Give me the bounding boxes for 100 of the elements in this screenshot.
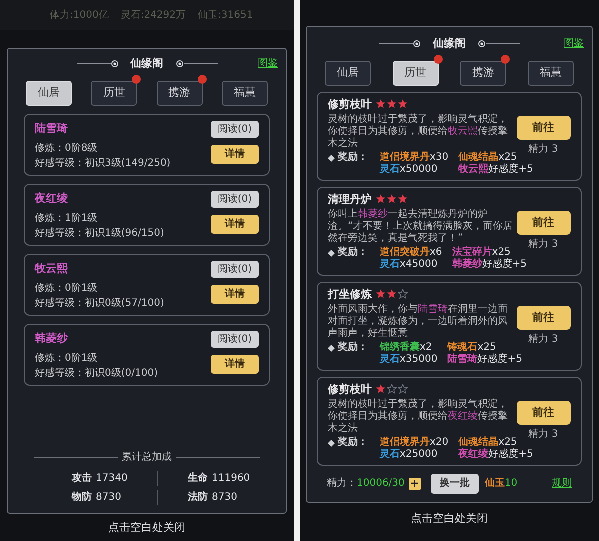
- diamond-icon: [328, 440, 335, 447]
- go-button[interactable]: 前往: [516, 306, 570, 330]
- stat-label: 攻击: [72, 472, 92, 486]
- tab[interactable]: 仙居: [26, 80, 72, 106]
- character-name: 牧云熙: [35, 260, 69, 277]
- tab[interactable]: 携游: [156, 80, 203, 106]
- reward-item: 灵石x25000: [380, 448, 439, 461]
- favor-level: 好感等级：初识0级(57/100): [35, 296, 164, 311]
- star-icon: [376, 99, 386, 110]
- reward-label: 奖励：: [338, 152, 368, 164]
- read-button[interactable]: 阅读(0): [211, 190, 259, 208]
- reward-item: 牧云熙好感度+5: [458, 164, 534, 176]
- stat-value: 8730: [96, 491, 122, 505]
- stat-value: 17340: [96, 472, 128, 486]
- star-icon: [387, 194, 397, 204]
- empty-star-icon: [398, 384, 408, 394]
- totals-title: 累计总加成: [122, 450, 172, 465]
- read-button[interactable]: 阅读(0): [211, 330, 259, 348]
- stat-label: 法防: [188, 490, 208, 505]
- tab[interactable]: 携游: [460, 60, 506, 86]
- star-icon: [376, 384, 386, 394]
- details-button[interactable]: 详情: [211, 144, 259, 164]
- energy-cost: 精力 3: [528, 428, 558, 442]
- task-description: 你叫上韩菱纱一起去清理炼丹炉的炉渣。“才不要！上次就搞得满脸灰，而你居然在旁边笑，真是气死我了！”: [328, 208, 514, 245]
- reward-label: 奖励：: [338, 436, 368, 449]
- task-title: 打坐修炼: [328, 286, 372, 302]
- close-hint[interactable]: 点击空白处关闭: [108, 520, 186, 536]
- reward-item: 陆雪琦好感度+5: [448, 354, 522, 366]
- energy-cost: 精力 3: [528, 238, 558, 252]
- star-icon: [398, 99, 408, 110]
- resource-stat: 体力:1000亿: [50, 8, 109, 22]
- atlas-link[interactable]: 图鉴: [564, 36, 584, 51]
- tab[interactable]: 历世: [91, 80, 138, 106]
- add-energy-button[interactable]: +: [408, 478, 421, 490]
- currency-value: 10: [504, 477, 518, 492]
- go-button[interactable]: 前往: [516, 210, 570, 235]
- tab[interactable]: 福慧: [528, 60, 574, 86]
- character-name: 陆雪琦: [35, 120, 69, 137]
- reward-item: 道侣境界丹x30: [380, 152, 449, 164]
- reward-item: 铸魂石x25: [448, 342, 498, 354]
- resource-stat: 灵石:24292万: [120, 8, 186, 22]
- diamond-icon: [328, 344, 335, 352]
- favor-level: 好感等级：初识0级(0/100): [35, 366, 158, 381]
- go-button[interactable]: 前往: [516, 116, 570, 140]
- diamond-icon: [328, 154, 335, 162]
- details-button[interactable]: 详情: [211, 354, 259, 374]
- task-description: 外面风雨大作，你与陆雪琦在洞里一边面对面打坐，凝炼修为，一边听着洞外的风声雨声，好生惬意: [328, 304, 509, 340]
- cultivation-level: 修炼：0阶8级: [35, 142, 99, 156]
- task-description: 灵树的枝叶过于繁茂了，影响灵气积淀，你使择日为其修剪，顺便给夜红绫传授擎木之法: [328, 398, 509, 435]
- star-icon: [387, 289, 397, 300]
- task-title: 修剪枝叶: [328, 382, 372, 397]
- star-icon: [398, 194, 408, 204]
- empty-star-icon: [387, 384, 397, 394]
- currency-label: 仙玉: [484, 477, 505, 492]
- star-icon: [376, 289, 386, 300]
- read-button[interactable]: 阅读(0): [211, 260, 259, 278]
- stat-label: 生命: [188, 472, 208, 486]
- energy-value: 10006/30: [357, 477, 405, 492]
- dialog-title: 仙缘阁: [130, 56, 164, 72]
- dialog-title: 仙缘阁: [433, 36, 466, 52]
- tab[interactable]: 福慧: [222, 80, 268, 106]
- reward-label: 奖励：: [338, 246, 368, 259]
- details-button[interactable]: 详情: [211, 284, 259, 304]
- reward-item: 道侣突破丹x6: [380, 246, 442, 259]
- tab[interactable]: 仙居: [325, 60, 371, 86]
- resource-stat: 仙玉:31651: [198, 8, 254, 22]
- favor-level: 好感等级：初识3级(149/250): [35, 156, 171, 171]
- cultivation-level: 修炼：1阶1级: [35, 212, 99, 226]
- reward-item: 仙魂结晶x25: [458, 436, 518, 448]
- task-title: 清理丹炉: [328, 192, 372, 207]
- tab[interactable]: 历世: [392, 60, 439, 86]
- energy-label: 精力：: [327, 476, 357, 492]
- refresh-button[interactable]: 换一批: [430, 474, 479, 494]
- reward-item: 道侣境界丹x20: [380, 436, 449, 449]
- stat-value: 8730: [212, 491, 238, 505]
- cultivation-level: 修炼：0阶1级: [35, 352, 99, 366]
- star-icon: [376, 194, 386, 204]
- reward-item: 夜红绫好感度+5: [458, 448, 534, 461]
- energy-cost: 精力 3: [528, 142, 558, 157]
- details-button[interactable]: 详情: [211, 214, 259, 234]
- close-hint[interactable]: 点击空白处关闭: [411, 510, 488, 528]
- atlas-link[interactable]: 图鉴: [258, 56, 278, 71]
- stat-label: 物防: [72, 490, 92, 505]
- go-button[interactable]: 前往: [516, 400, 570, 425]
- star-icon: [387, 99, 397, 110]
- reward-item: 仙魂结晶x25: [458, 152, 518, 164]
- reward-item: 锦绣香囊x2: [380, 342, 434, 354]
- cultivation-level: 修炼：0阶1级: [35, 282, 99, 296]
- diamond-icon: [328, 250, 335, 257]
- empty-star-icon: [398, 289, 408, 300]
- character-name: 韩菱纱: [35, 330, 69, 347]
- read-button[interactable]: 阅读(0): [211, 120, 259, 138]
- rules-link[interactable]: 规则: [552, 476, 572, 492]
- stat-value: 111960: [212, 472, 250, 486]
- reward-label: 奖励：: [338, 342, 368, 354]
- character-name: 夜红绫: [35, 190, 69, 207]
- reward-item: 灵石x50000: [380, 164, 439, 176]
- task-description: 灵树的枝叶过于繁茂了，影响灵气积淀，你使择日为其修剪，顺便给牧云熙传授擎木之法: [328, 114, 509, 150]
- reward-item: 法宝碎片x25: [452, 246, 512, 258]
- energy-cost: 精力 3: [528, 332, 558, 347]
